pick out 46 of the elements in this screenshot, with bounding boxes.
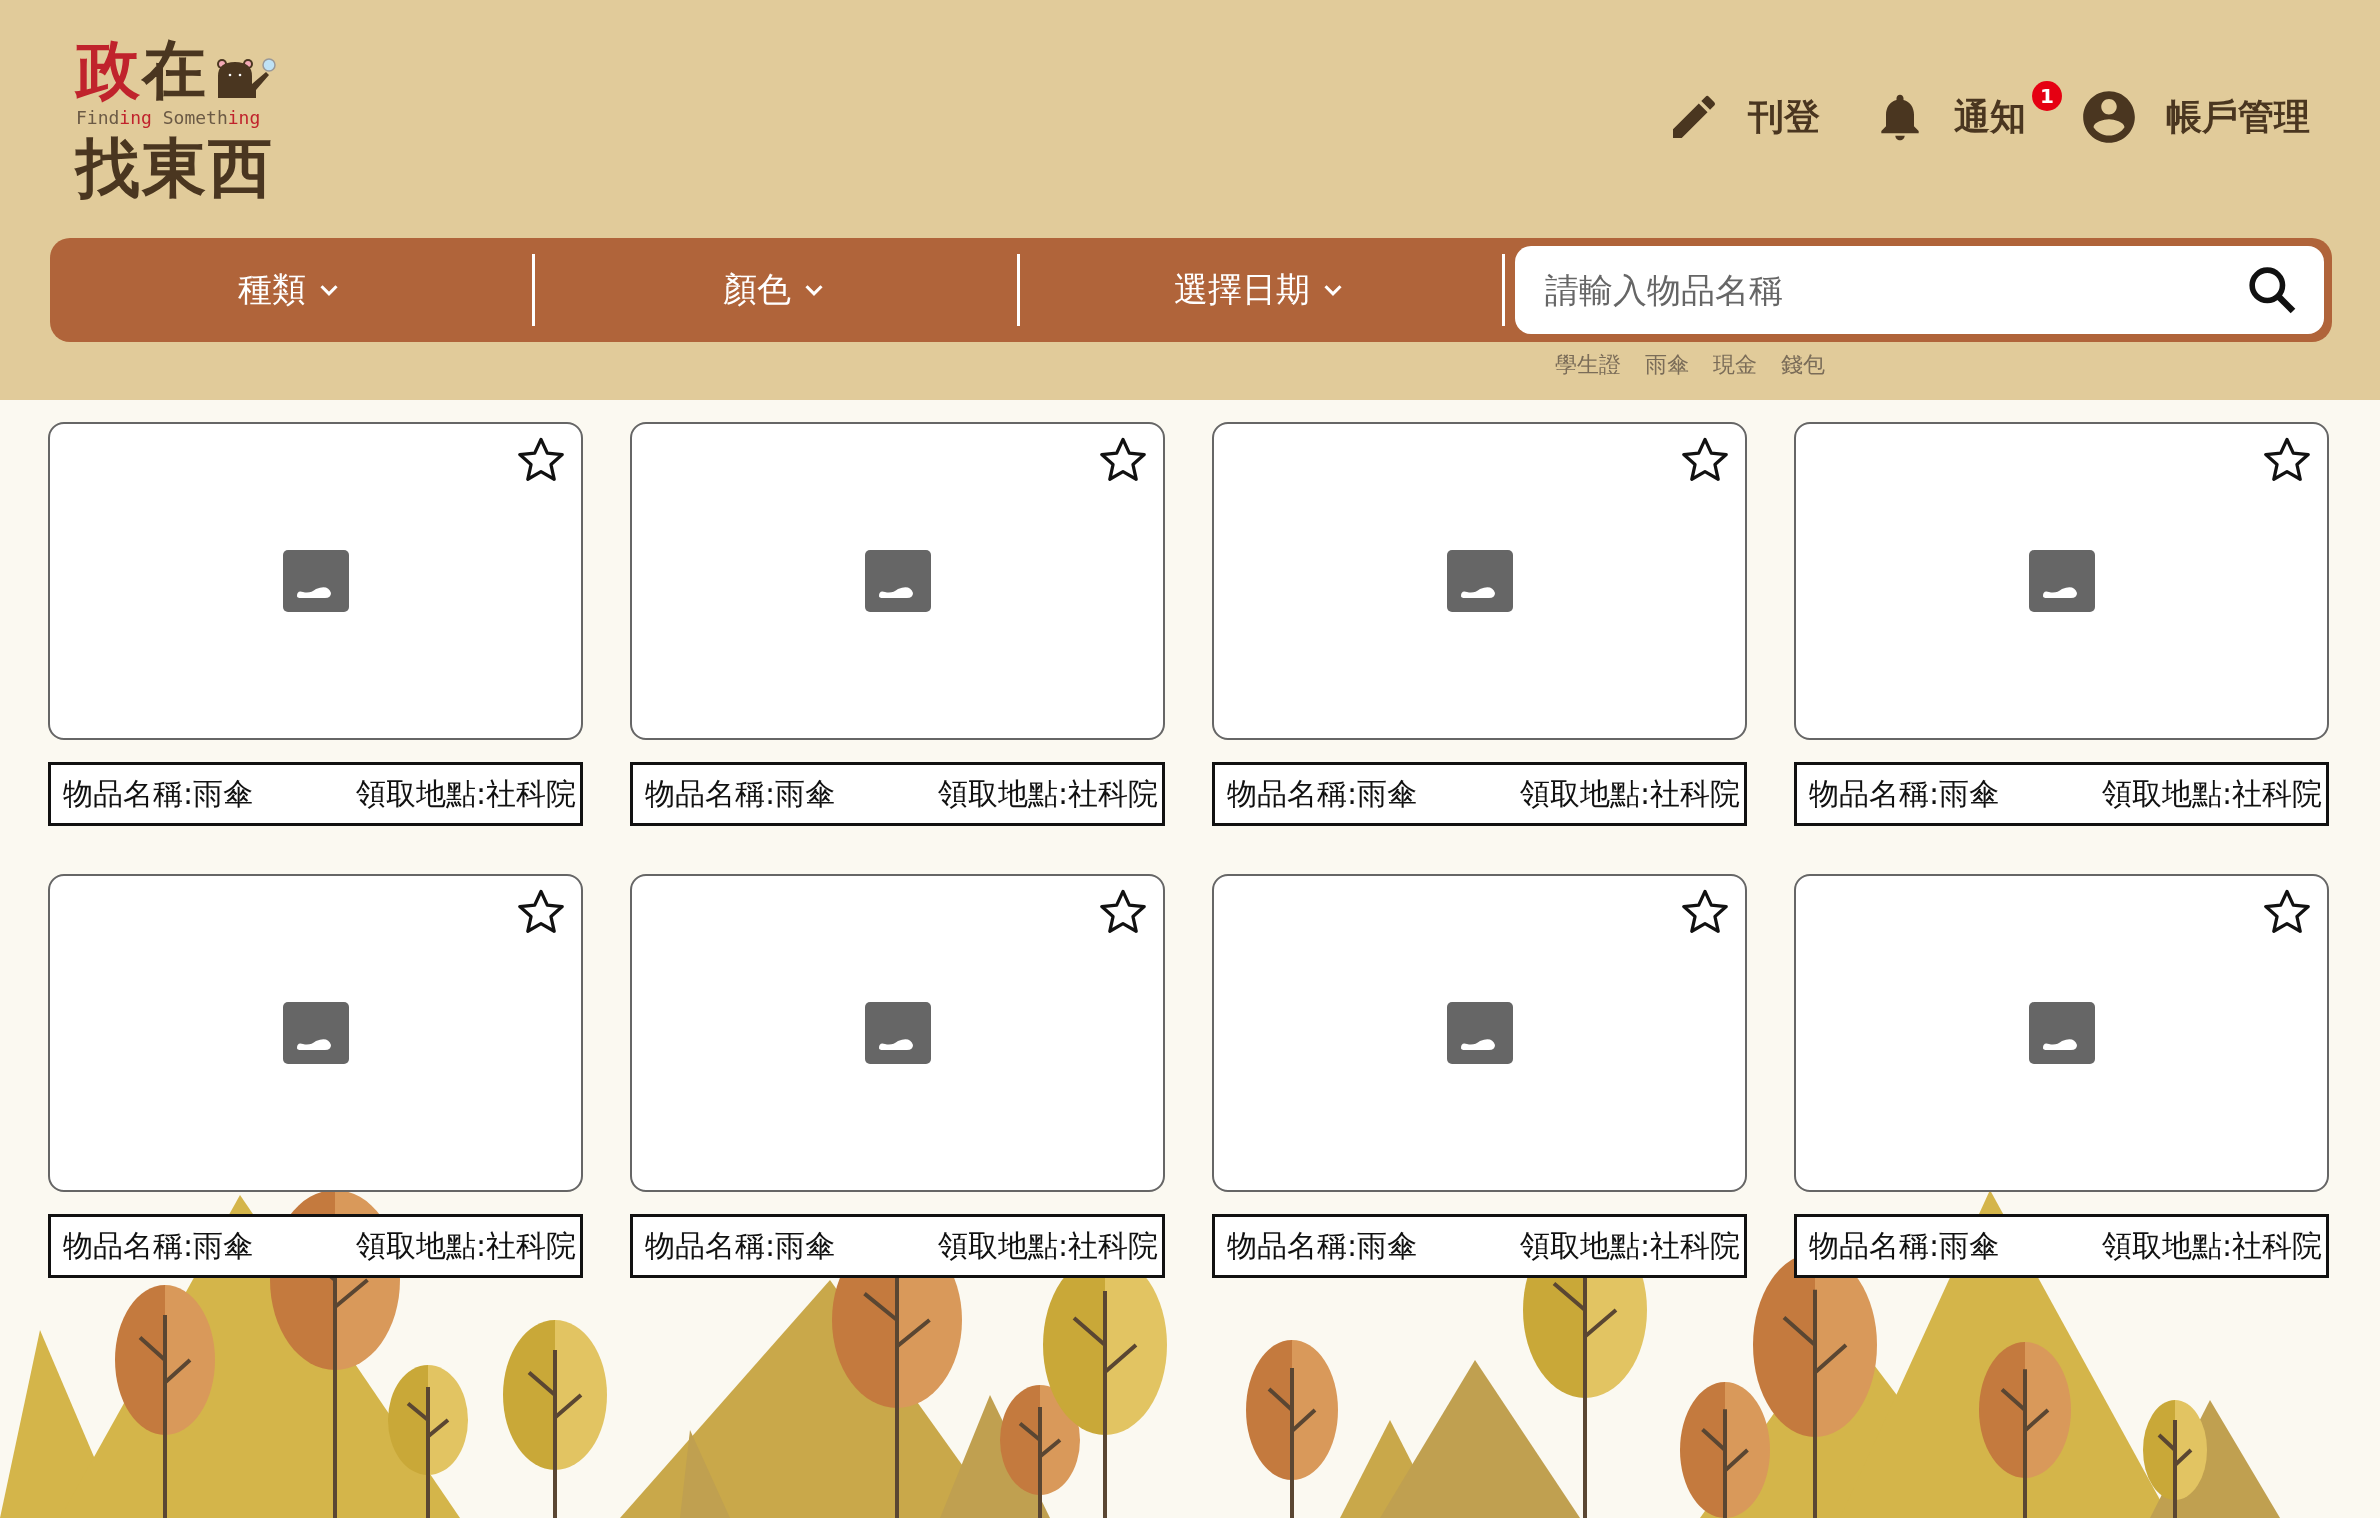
pickup-location: 領取地點:社科院 (1519, 774, 1740, 813)
logo-title: 找東西 (76, 134, 275, 202)
post-link[interactable]: 刊登 (1666, 89, 1820, 145)
pickup-location: 領取地點:社科院 (1519, 1226, 1740, 1265)
filter-dropdown[interactable]: 種類 (50, 238, 532, 342)
item-name: 物品名稱:雨傘 (1227, 774, 1418, 813)
pickup-location: 領取地點:社科院 (355, 774, 576, 813)
item-name: 物品名稱:雨傘 (1809, 774, 2000, 813)
image-icon (1446, 550, 1513, 612)
item-name: 物品名稱:雨傘 (645, 1226, 836, 1265)
logo-title: 政在 (76, 36, 208, 104)
logo-subtitle: Finding Something (76, 107, 262, 129)
suggested-tag-link[interactable]: 錢包 (1781, 350, 1825, 380)
image-icon (2028, 550, 2095, 612)
suggested-tag-link[interactable]: 雨傘 (1645, 350, 1689, 380)
pickup-location: 領取地點:社科院 (355, 1226, 576, 1265)
item-image-placeholder[interactable] (1212, 422, 1747, 740)
item-name: 物品名稱:雨傘 (645, 774, 836, 813)
notification-badge: 1 (2032, 81, 2062, 111)
item-image-placeholder[interactable] (1794, 422, 2329, 740)
account-link[interactable]: 帳戶管理 (2078, 86, 2310, 148)
item-name: 物品名稱:雨傘 (63, 1226, 254, 1265)
item-name: 物品名稱:雨傘 (63, 774, 254, 813)
pickup-location: 領取地點:社科院 (2101, 1226, 2322, 1265)
pickup-location: 領取地點:社科院 (937, 774, 1158, 813)
item-image-placeholder[interactable] (48, 422, 583, 740)
filter-dropdown[interactable]: 選擇日期 (1020, 238, 1502, 342)
image-icon (282, 550, 349, 612)
image-icon (282, 1002, 349, 1064)
search-field[interactable]: 請輸入物品名稱 (1515, 246, 2324, 334)
item-image-placeholder[interactable] (1794, 874, 2329, 1192)
item-name: 物品名稱:雨傘 (1809, 1226, 2000, 1265)
pickup-location: 領取地點:社科院 (2101, 774, 2322, 813)
item-image-placeholder[interactable] (630, 422, 1165, 740)
image-icon (1446, 1002, 1513, 1064)
item-image-placeholder[interactable] (48, 874, 583, 1192)
suggested-tag-link[interactable]: 現金 (1713, 350, 1757, 380)
suggested-tag-link[interactable]: 學生證 (1555, 350, 1621, 380)
pickup-location: 領取地點:社科院 (937, 1226, 1158, 1265)
image-icon (864, 550, 931, 612)
image-icon (2028, 1002, 2095, 1064)
item-name: 物品名稱:雨傘 (1227, 1226, 1418, 1265)
item-image-placeholder[interactable] (630, 874, 1165, 1192)
filter-dropdown[interactable]: 顏色 (535, 238, 1017, 342)
item-image-placeholder[interactable] (1212, 874, 1747, 1192)
image-icon (864, 1002, 931, 1064)
